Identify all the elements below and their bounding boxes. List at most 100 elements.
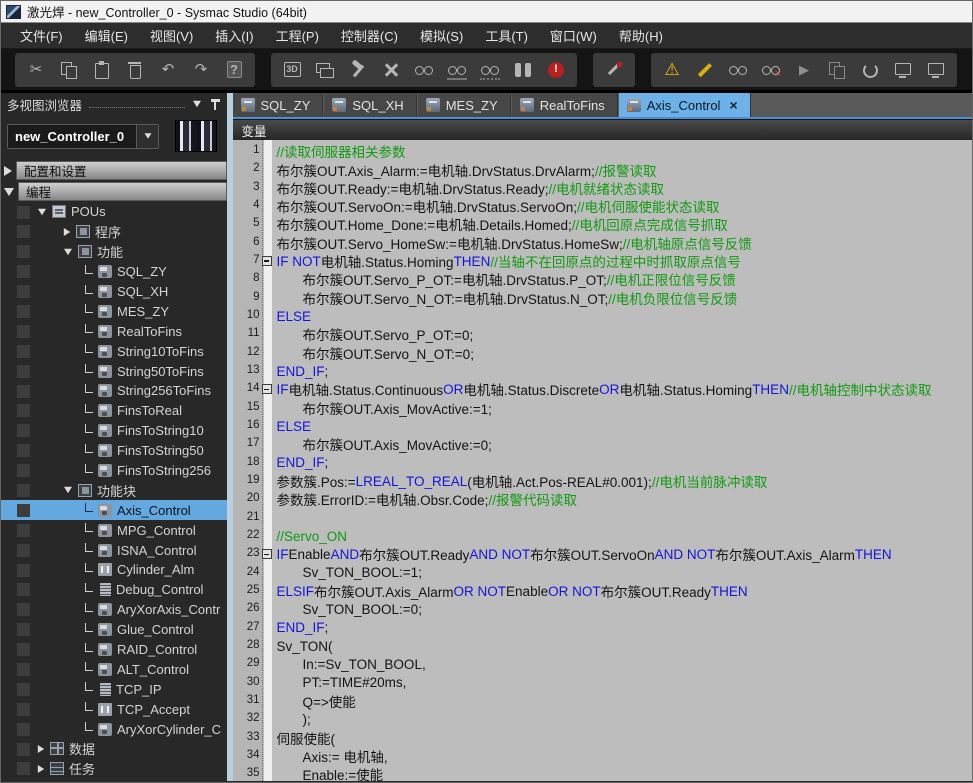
- tree-item-pous[interactable]: POUs: [1, 202, 227, 222]
- copy-button[interactable]: [57, 58, 81, 82]
- code-token: ;: [325, 364, 329, 379]
- tree-item-aryxorcylinder-c[interactable]: AryXorCylinder_C: [1, 719, 227, 739]
- tree-item-string50tofins[interactable]: String50ToFins: [1, 361, 227, 381]
- tree-item-finstoreal[interactable]: FinsToReal: [1, 401, 227, 421]
- multiview-explorer: 多视图浏览器 new_Controller_0 配置和设置编程POUs程序功能S…: [1, 93, 227, 781]
- warning-show-button[interactable]: ⚠: [660, 58, 684, 82]
- tree-item-raid-control[interactable]: RAID_Control: [1, 640, 227, 660]
- help-icon: ?: [227, 61, 242, 78]
- tree-section-配置和设置[interactable]: 配置和设置: [1, 160, 227, 181]
- function-icon: [98, 504, 112, 517]
- tree-elbow: [85, 603, 93, 612]
- monitor-button[interactable]: [726, 58, 750, 82]
- transfer-to-controller-button[interactable]: [891, 58, 915, 82]
- window-layout-button[interactable]: [313, 58, 337, 82]
- differential-monitor-button[interactable]: [825, 58, 849, 82]
- menu-item-9[interactable]: 帮助(H): [610, 23, 672, 48]
- tree-item-sql-xh[interactable]: SQL_XH: [1, 282, 227, 302]
- tree-item-isna-control[interactable]: ISNA_Control: [1, 540, 227, 560]
- tree-item-mpg-control[interactable]: MPG_Control: [1, 520, 227, 540]
- tree-item-finstostring10[interactable]: FinsToString10: [1, 421, 227, 441]
- tree-item-realtofins[interactable]: RealToFins: [1, 321, 227, 341]
- tree-item-string10tofins[interactable]: String10ToFins: [1, 341, 227, 361]
- tree-indent: [1, 351, 85, 352]
- st-code-editor[interactable]: 1//读取伺服器相关参数2布尔簇OUT.Axis_Alarm:=电机轴.DrvS…: [233, 140, 972, 781]
- transfer-from-controller-button[interactable]: [924, 58, 948, 82]
- delete-button[interactable]: [123, 58, 147, 82]
- tab-mes-zy[interactable]: MES_ZY: [418, 93, 511, 117]
- tree-item-任务[interactable]: 任务: [1, 759, 227, 779]
- monitor-stop-button[interactable]: ×: [759, 58, 783, 82]
- online-edit-button[interactable]: [602, 58, 626, 82]
- tree-item-axis-control[interactable]: Axis_Control: [1, 500, 227, 520]
- tree-item-debug-control[interactable]: Debug_Control: [1, 580, 227, 600]
- redo-button[interactable]: ↷: [189, 58, 213, 82]
- fold-marker[interactable]: [262, 256, 272, 266]
- pin-icon[interactable]: [210, 98, 221, 111]
- tree-item-功能[interactable]: 功能: [1, 242, 227, 262]
- tree-item-aryxoraxis-contr[interactable]: AryXorAxis_Contr: [1, 600, 227, 620]
- code-keyword: OR: [443, 382, 463, 397]
- fold-marker[interactable]: [262, 384, 272, 394]
- tree-item-cylinder-alm[interactable]: Cylinder_Alm: [1, 560, 227, 580]
- io-map-icon: [480, 60, 500, 80]
- tree-item-finstostring256[interactable]: FinsToString256: [1, 461, 227, 481]
- cut-button[interactable]: ✂: [24, 58, 48, 82]
- tree-indent: [1, 729, 85, 730]
- menu-item-0[interactable]: 文件(F): [11, 23, 72, 48]
- tree-item-数据[interactable]: 数据: [1, 739, 227, 759]
- tree-item-alt-control[interactable]: ALT_Control: [1, 659, 227, 679]
- tree-item-sql-zy[interactable]: SQL_ZY: [1, 262, 227, 282]
- compile-check-button[interactable]: [412, 58, 436, 82]
- tree-item-功能块[interactable]: 功能块: [1, 480, 227, 500]
- menu-item-5[interactable]: 控制器(C): [332, 23, 407, 48]
- menu-item-1[interactable]: 编辑(E): [76, 23, 137, 48]
- fold-marker[interactable]: [262, 549, 272, 559]
- tree-elbow: [85, 304, 93, 313]
- tab-axis-control[interactable]: Axis_Control×: [619, 93, 751, 117]
- step-run-button[interactable]: ▶: [792, 58, 816, 82]
- menu-item-2[interactable]: 视图(V): [141, 23, 202, 48]
- error-list-button[interactable]: !: [544, 58, 568, 82]
- variable-table-button[interactable]: [445, 58, 469, 82]
- variables-bar[interactable]: 变量: [233, 119, 972, 140]
- menu-item-7[interactable]: 工具(T): [476, 23, 537, 48]
- toolbar-group: ✂ ↶ ↷?: [15, 53, 255, 87]
- menu-item-4[interactable]: 工程(P): [267, 23, 328, 48]
- tab-sql-xh[interactable]: SQL_XH: [324, 93, 416, 117]
- controller-status-icon: [175, 120, 217, 152]
- help-button[interactable]: ?: [222, 58, 246, 82]
- tab-sql-zy[interactable]: SQL_ZY: [233, 93, 324, 117]
- warning-suppress-button[interactable]: [693, 58, 717, 82]
- tree-item-label: MES_ZY: [117, 304, 169, 319]
- rebuild-button[interactable]: [379, 58, 403, 82]
- function-icon: [98, 365, 112, 378]
- tree-item-string256tofins[interactable]: String256ToFins: [1, 381, 227, 401]
- tree-item-glue-control[interactable]: Glue_Control: [1, 620, 227, 640]
- tree-section-编程[interactable]: 编程: [1, 181, 227, 202]
- controller-selector[interactable]: new_Controller_0: [7, 124, 159, 149]
- tab-close-button[interactable]: ×: [729, 97, 737, 113]
- code-keyword: IF: [277, 547, 289, 562]
- tree-item-tcp-accept[interactable]: TCP_Accept: [1, 699, 227, 719]
- code-text: //Servo_ON: [277, 527, 972, 545]
- menu-item-8[interactable]: 窗口(W): [541, 23, 606, 48]
- build-button[interactable]: [346, 58, 370, 82]
- synchronize-button[interactable]: [858, 58, 882, 82]
- tree-item-finstostring50[interactable]: FinsToString50: [1, 441, 227, 461]
- tree-item-tcp-ip[interactable]: TCP_IP: [1, 679, 227, 699]
- menu-item-3[interactable]: 插入(I): [206, 23, 262, 48]
- menu-item-6[interactable]: 模拟(S): [411, 23, 472, 48]
- tree-item-mes-zy[interactable]: MES_ZY: [1, 301, 227, 321]
- tree-item-程序[interactable]: 程序: [1, 222, 227, 242]
- view-3d-button[interactable]: 3D: [280, 58, 304, 82]
- row-indicator: [17, 285, 30, 298]
- paste-button[interactable]: [90, 58, 114, 82]
- tree-indent: [1, 490, 63, 491]
- io-map-button[interactable]: [478, 58, 502, 82]
- search-button[interactable]: [511, 58, 535, 82]
- code-token: 布尔簇OUT.Servo_N_OT:=电机轴.DrvStatus.N_OT;: [303, 288, 609, 308]
- tab-realtofins[interactable]: RealToFins: [512, 93, 618, 117]
- undo-button[interactable]: ↶: [156, 58, 180, 82]
- chevron-down-icon[interactable]: [193, 101, 201, 107]
